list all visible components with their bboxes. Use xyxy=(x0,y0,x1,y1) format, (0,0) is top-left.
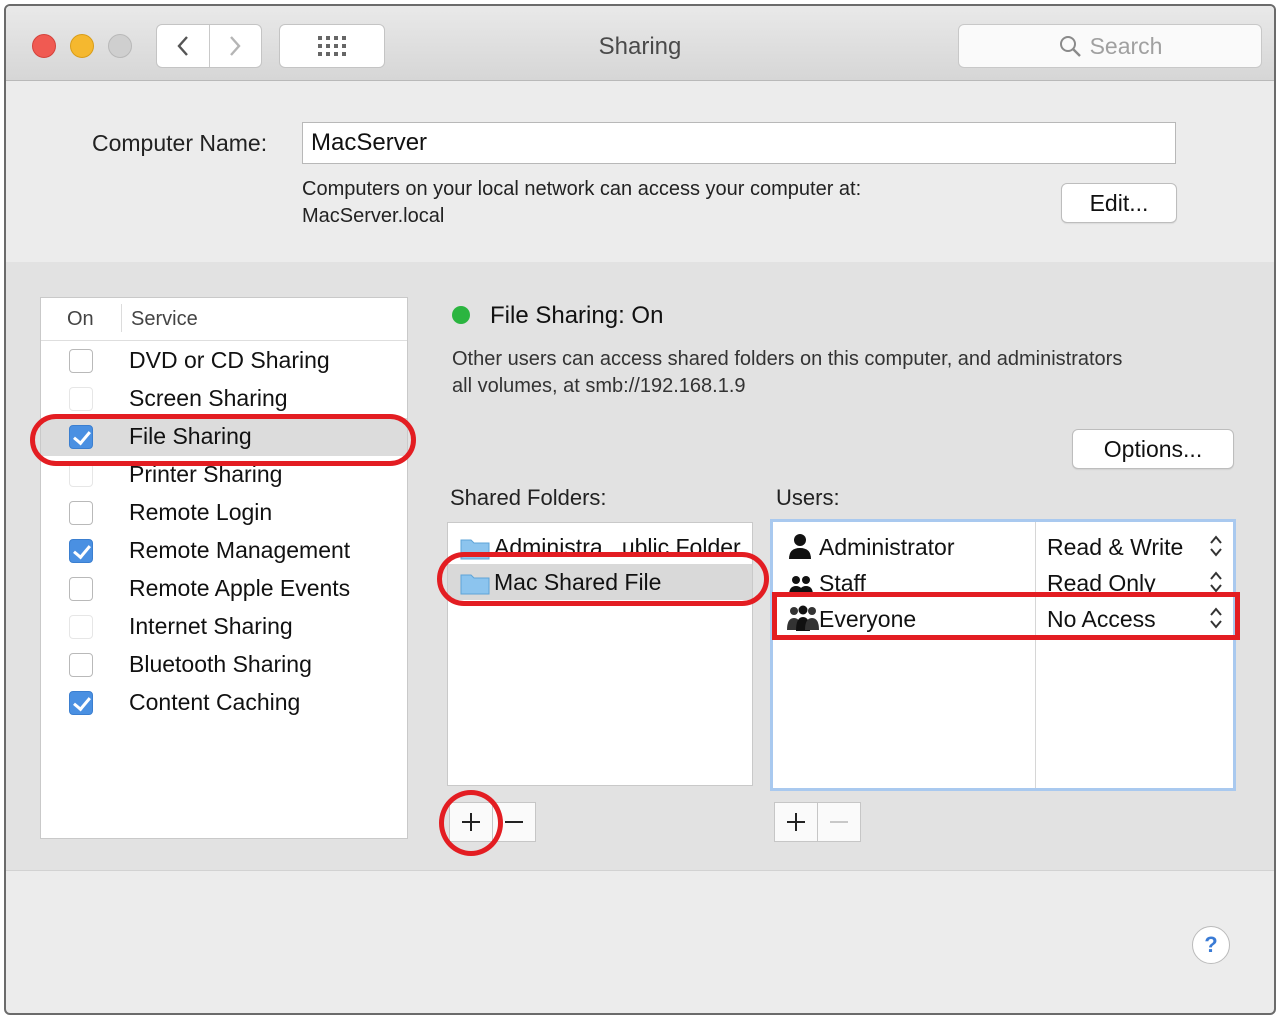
users-label: Users: xyxy=(776,485,840,510)
service-row-file-sharing[interactable]: File Sharing xyxy=(41,418,407,456)
computer-name-section xyxy=(6,81,1274,268)
service-row-printer-sharing[interactable]: Printer Sharing xyxy=(41,456,407,494)
up-down-arrows-icon[interactable] xyxy=(1209,534,1223,558)
header-separator xyxy=(121,304,122,332)
service-name: Content Caching xyxy=(129,689,301,715)
status-title: File Sharing: On xyxy=(490,302,664,329)
network-info-line: Computers on your local network can acce… xyxy=(302,178,862,200)
local-hostname: MacServer.local xyxy=(302,205,445,227)
users-permissions-list: Administrator Read & Write Staff Read On… xyxy=(770,519,1236,791)
service-row-remote-apple-events[interactable]: Remote Apple Events xyxy=(41,570,407,608)
user-row-administrator[interactable]: Administrator Read & Write xyxy=(773,528,1233,564)
description-line: all volumes, at smb://192.168.1.9 xyxy=(452,375,746,397)
checkmark-icon xyxy=(73,540,91,560)
service-name: Remote Management xyxy=(129,537,351,563)
user-name: Everyone xyxy=(819,606,917,632)
service-row-dvd-cd-sharing[interactable]: DVD or CD Sharing xyxy=(41,342,407,380)
shared-folders-list: Administra...ublic Folder Mac Shared Fil… xyxy=(447,522,753,786)
user-name: Administrator xyxy=(819,534,955,560)
group-icon xyxy=(789,576,813,595)
folder-add-remove-buttons xyxy=(449,802,536,842)
folder-row-public[interactable]: Administra...ublic Folder xyxy=(448,529,752,565)
service-name: Remote Apple Events xyxy=(129,575,351,601)
service-name: Remote Login xyxy=(129,499,273,525)
service-list: On Service DVD or CD Sharing Screen Shar… xyxy=(40,297,408,839)
checkbox-checked[interactable] xyxy=(69,425,93,449)
add-user-button[interactable] xyxy=(775,803,817,841)
add-folder-button[interactable] xyxy=(450,803,492,841)
description-line: Other users can access shared folders on… xyxy=(452,348,1123,370)
checkbox[interactable] xyxy=(69,463,93,487)
service-name: Screen Sharing xyxy=(129,385,288,411)
service-name: Bluetooth Sharing xyxy=(129,651,312,677)
plus-icon xyxy=(787,813,805,831)
service-row-content-caching[interactable]: Content Caching xyxy=(41,684,407,722)
folder-row-mac-shared-file[interactable]: Mac Shared File xyxy=(448,564,752,600)
permission-select[interactable]: Read & Write xyxy=(1047,534,1183,561)
single-user-icon xyxy=(789,534,811,559)
checkbox[interactable] xyxy=(69,615,93,639)
checkbox[interactable] xyxy=(69,653,93,677)
checkbox[interactable] xyxy=(69,577,93,601)
service-list-header: On Service xyxy=(41,298,407,341)
search-field[interactable]: Search xyxy=(958,24,1262,68)
checkbox[interactable] xyxy=(69,349,93,373)
user-row-everyone[interactable]: Everyone No Access xyxy=(773,600,1233,636)
checkbox[interactable] xyxy=(69,501,93,525)
service-row-bluetooth-sharing[interactable]: Bluetooth Sharing xyxy=(41,646,407,684)
checkbox[interactable] xyxy=(69,387,93,411)
up-down-arrows-icon[interactable] xyxy=(1209,606,1223,630)
checkmark-icon xyxy=(73,426,91,446)
permission-select[interactable]: No Access xyxy=(1047,606,1156,633)
service-row-internet-sharing[interactable]: Internet Sharing xyxy=(41,608,407,646)
folder-name: Mac Shared File xyxy=(494,569,662,595)
search-placeholder: Search xyxy=(1089,32,1163,59)
shared-folders-label: Shared Folders: xyxy=(450,485,607,510)
remove-folder-button[interactable] xyxy=(492,803,535,841)
title-bar: Sharing Search xyxy=(6,6,1274,81)
folder-icon xyxy=(460,539,490,560)
service-row-remote-login[interactable]: Remote Login xyxy=(41,494,407,532)
checkbox-checked[interactable] xyxy=(69,539,93,563)
service-row-remote-management[interactable]: Remote Management xyxy=(41,532,407,570)
folder-name: Administra...ublic Folder xyxy=(494,534,741,560)
help-button[interactable]: ? xyxy=(1192,926,1230,964)
everyone-icon xyxy=(787,605,819,631)
permission-select[interactable]: Read Only xyxy=(1047,570,1156,597)
service-name: Printer Sharing xyxy=(129,461,283,487)
status-indicator-dot xyxy=(452,306,470,324)
user-name: Staff xyxy=(819,570,866,596)
folder-icon xyxy=(460,574,490,595)
computer-name-label: Computer Name: xyxy=(92,130,268,156)
service-name: File Sharing xyxy=(129,423,252,449)
minus-icon xyxy=(830,821,848,823)
network-address-info: Computers on your local network can acce… xyxy=(302,176,861,230)
minus-icon xyxy=(505,821,523,823)
checkmark-icon xyxy=(73,692,91,712)
plus-icon xyxy=(462,813,480,831)
service-name: Internet Sharing xyxy=(129,613,293,639)
options-button[interactable]: Options... xyxy=(1072,429,1234,469)
service-row-screen-sharing[interactable]: Screen Sharing xyxy=(41,380,407,418)
user-add-remove-buttons xyxy=(774,802,861,842)
header-on: On xyxy=(67,308,94,330)
status-description: Other users can access shared folders on… xyxy=(452,346,1242,400)
search-icon xyxy=(1059,36,1081,57)
up-down-arrows-icon[interactable] xyxy=(1209,570,1223,594)
computer-name-field[interactable] xyxy=(302,122,1176,164)
header-service: Service xyxy=(131,308,198,330)
edit-button[interactable]: Edit... xyxy=(1061,183,1177,223)
service-name: DVD or CD Sharing xyxy=(129,347,330,373)
user-row-staff[interactable]: Staff Read Only xyxy=(773,564,1233,600)
checkbox-checked[interactable] xyxy=(69,691,93,715)
remove-user-button[interactable] xyxy=(817,803,860,841)
